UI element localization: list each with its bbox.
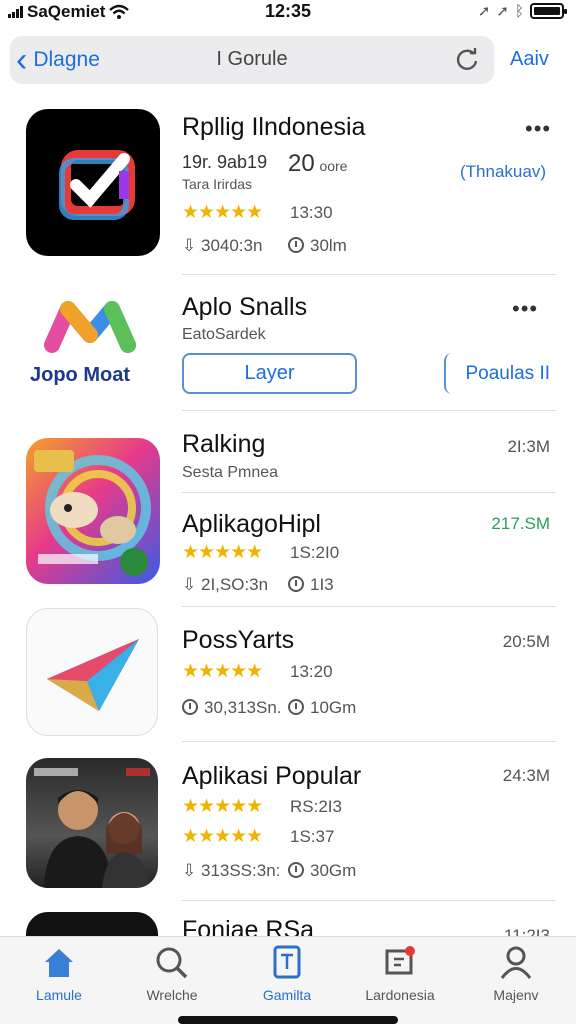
checkmark-logo-icon (59, 150, 135, 220)
app-icon-3[interactable] (26, 438, 160, 584)
star-rating: ★★★★★ (182, 661, 263, 682)
star-rating: ★★★★★ (182, 796, 263, 817)
status-bar: SaQemiet 12:35 ➚ ➚ ᛒ (0, 0, 576, 24)
people-photo-icon (34, 768, 150, 888)
star-rating: ★★★★★ (182, 542, 263, 563)
tab-bar: Lamule Wrelche Gamilta Lardonesia Majenv (0, 936, 576, 1024)
tab-search[interactable]: Wrelche (124, 945, 220, 1003)
app-title-1[interactable]: Rpllig Ilndonesia (182, 113, 365, 142)
download-icon: ⇩ (182, 861, 197, 880)
star-rating: ★★★★★ (182, 826, 263, 847)
app-logo-text: Jopo Moat (30, 364, 130, 386)
tab-profile[interactable]: Majenv (468, 945, 564, 1003)
divider (182, 900, 556, 901)
clock-icon (288, 699, 304, 715)
game-character-icon (34, 450, 151, 576)
more-options-icon[interactable]: ••• (525, 116, 551, 142)
layer-button[interactable]: Layer (182, 353, 357, 394)
divider (182, 274, 556, 275)
app-rating-1: 13:30 (290, 203, 333, 222)
app-time-4: 1I3 (310, 575, 334, 594)
app-size-5: 30,313Sn. (204, 698, 282, 717)
app-size-right-5: 20:5M (502, 632, 550, 651)
nav-right-link[interactable]: Aaiv (510, 48, 549, 71)
app-title-4[interactable]: AplikagoHipl (182, 510, 321, 539)
divider (182, 492, 556, 493)
divider (182, 606, 556, 607)
tab-label: Lamule (36, 987, 82, 1003)
updates-icon (385, 946, 415, 975)
app-rank-1: 20 oore (288, 150, 348, 177)
app-subtitle-3: Sesta Pmnea (182, 464, 279, 481)
app-link-1[interactable]: (Thnakuav) (460, 162, 546, 182)
clock-icon (288, 576, 304, 592)
divider (182, 410, 556, 411)
reload-icon[interactable] (452, 45, 482, 75)
app-subtitle-1: 19r. 9ab19 (182, 152, 268, 172)
divider (182, 741, 556, 742)
tab-updates[interactable]: Lardonesia (352, 945, 448, 1003)
app-rating-4: 1S:2I0 (290, 543, 340, 562)
app-title-2[interactable]: Aplo Snalls (182, 293, 307, 322)
app-rating-6b: 1S:37 (290, 827, 335, 846)
app-developer-1: Tara Irirdas (182, 176, 253, 192)
app-title-6[interactable]: Aplikasi Popular (182, 762, 361, 791)
clock-icon (288, 237, 304, 253)
app-size-1: 3040:3n (200, 236, 263, 255)
app-size-right-6: 24:3M (502, 766, 550, 785)
paper-plane-icon (47, 639, 139, 711)
app-icon-2[interactable]: Jopo Moat (30, 297, 160, 387)
tab-label: Wrelche (146, 987, 198, 1003)
app-icon-1[interactable] (26, 109, 160, 256)
address-bar: ‹ Dlagne I Gorule (10, 36, 494, 84)
app-title-3[interactable]: Ralking (182, 430, 265, 459)
home-indicator[interactable] (178, 1016, 398, 1024)
app-size-right-3: 2I:3M (507, 437, 550, 456)
search-icon (156, 947, 188, 979)
location-arrow-icon: ➚ (496, 3, 509, 20)
games-icon (273, 945, 301, 979)
popular-button[interactable]: Poaulas II (444, 353, 550, 394)
app-subtitle-2: EatoSardek (182, 326, 266, 343)
location-icon: ➚ (477, 3, 491, 20)
m-logo-icon (44, 301, 136, 353)
app-time-6: 30Gm (310, 861, 357, 880)
profile-icon (500, 946, 532, 979)
app-size-4: 2I,SO:3n (200, 575, 269, 594)
tab-label: Majenv (493, 987, 539, 1003)
clock-icon (288, 862, 304, 878)
battery-icon (530, 3, 567, 19)
app-time-5: 10Gm (310, 698, 357, 717)
app-size-right-4: 217.SM (491, 514, 550, 533)
download-icon: ⇩ (182, 236, 197, 255)
app-size-6: 313SS:3n: (200, 861, 281, 880)
more-options-icon[interactable]: ••• (512, 296, 538, 322)
check-circle-icon (182, 699, 198, 715)
star-rating: ★★★★★ (182, 202, 263, 223)
app-icon-6[interactable] (26, 758, 158, 888)
bluetooth-icon: ᛒ (514, 2, 524, 20)
app-time-1: 30lm (310, 236, 347, 255)
tab-label: Gamilta (262, 987, 312, 1003)
app-rating-6a: RS:2I3 (290, 797, 342, 816)
page-title: I Gorule (216, 48, 288, 70)
app-icon-5[interactable] (26, 608, 158, 736)
tab-games[interactable]: Gamilta (239, 945, 335, 1003)
home-icon (45, 949, 73, 977)
app-rating-5: 13:20 (290, 662, 333, 681)
tab-home[interactable]: Lamule (11, 945, 107, 1003)
tab-label: Lardonesia (365, 987, 435, 1003)
app-title-5[interactable]: PossYarts (182, 626, 294, 655)
download-icon: ⇩ (182, 575, 197, 594)
